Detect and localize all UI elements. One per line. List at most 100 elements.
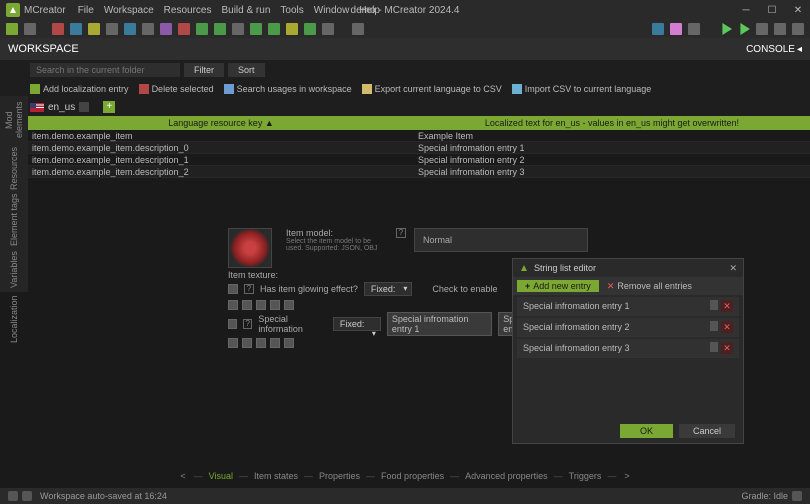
tool-icon[interactable] [688,23,700,35]
menu-tools[interactable]: Tools [280,5,303,16]
stop-icon[interactable] [774,23,786,35]
drag-icon[interactable] [710,300,718,310]
table-row[interactable]: item.demo.example_item.description_2Spec… [28,166,810,178]
menu-file[interactable]: File [78,5,94,16]
tool-icon[interactable] [124,23,136,35]
tab-visual[interactable]: Visual [207,471,235,481]
console-arrow-icon[interactable]: ◂ [797,44,802,55]
sidebar-tab-variables[interactable]: Variables [0,247,28,292]
lang-close-icon[interactable] [79,102,89,112]
tool-icon[interactable] [70,23,82,35]
list-item[interactable]: Special infromation entry 2✕ [517,318,739,337]
build-icon[interactable] [756,23,768,35]
remove-item-button[interactable]: ✕ [721,300,733,312]
tab-triggers[interactable]: Triggers [567,471,604,481]
checkbox-icon[interactable] [228,319,237,329]
tool-icon[interactable] [196,23,208,35]
special-dropdown[interactable]: Fixed: [333,317,381,331]
list-item[interactable]: Special infromation entry 1✕ [517,297,739,316]
help-icon[interactable]: ? [244,284,254,294]
add-localization-button[interactable]: Add localization entry [30,84,129,94]
maximize-button[interactable]: ☐ [766,5,778,16]
delete-selected-button[interactable]: Delete selected [139,84,214,94]
console-button[interactable]: CONSOLE [746,44,795,55]
tool-icon[interactable] [178,23,190,35]
tool-icon[interactable] [214,23,226,35]
tool-icon[interactable] [160,23,172,35]
remove-all-button[interactable]: ✕Remove all entries [607,281,692,292]
tool-icon[interactable] [352,23,364,35]
column-value[interactable]: Localized text for en_us - values in en_… [414,118,810,128]
item-texture-preview[interactable] [228,228,272,268]
tool-icon[interactable] [304,23,316,35]
menu-window[interactable]: Window [314,5,350,16]
prev-tab-icon[interactable]: < [176,471,189,481]
tool-icon[interactable] [670,23,682,35]
tab-item-states[interactable]: Item states [252,471,300,481]
item-model-label: Item model: [286,228,388,238]
column-key[interactable]: Language resource key ▲ [28,118,414,128]
import-csv-button[interactable]: Import CSV to current language [512,84,652,94]
table-row[interactable]: item.demo.example_item.description_0Spec… [28,142,810,154]
sidebar-tab-element-tags[interactable]: Element tags [0,192,28,247]
workspace-label[interactable]: WORKSPACE [8,43,79,55]
next-tab-icon[interactable]: > [620,471,633,481]
app-logo [6,3,20,17]
checkbox-icon[interactable] [228,284,238,294]
new-icon[interactable] [6,23,18,35]
dialog-close-button[interactable]: ✕ [729,263,737,274]
tab-advanced-properties[interactable]: Advanced properties [463,471,550,481]
item-model-dropdown[interactable]: Normal [414,228,588,252]
remove-item-button[interactable]: ✕ [721,342,733,354]
search-usages-button[interactable]: Search usages in workspace [224,84,352,94]
remove-item-button[interactable]: ✕ [721,321,733,333]
drag-icon[interactable] [710,321,718,331]
help-icon[interactable]: ? [243,319,252,329]
menu-workspace[interactable]: Workspace [104,5,154,16]
tool-icon[interactable] [268,23,280,35]
sidebar-tab-mod-elements[interactable]: Mod elements [0,96,28,144]
run-server-icon[interactable] [738,23,750,35]
help-icon[interactable]: ? [396,228,406,238]
tool-icon[interactable] [142,23,154,35]
tool-icon[interactable] [52,23,64,35]
menu-build-run[interactable]: Build & run [221,5,270,16]
search-input[interactable] [30,63,180,77]
tool-icon[interactable] [250,23,262,35]
sort-button[interactable]: Sort [228,63,265,77]
tool-icon[interactable] [232,23,244,35]
gradle-stop-icon[interactable] [792,491,802,501]
table-row[interactable]: item.demo.example_item.description_1Spec… [28,154,810,166]
plus-icon [30,84,40,94]
tool-icon[interactable] [286,23,298,35]
ok-button[interactable]: OK [620,424,673,438]
tab-properties[interactable]: Properties [317,471,362,481]
tool-icon[interactable] [88,23,100,35]
special-chip[interactable]: Special infromation entry 1 [387,312,492,336]
add-entry-button[interactable]: +Add new entry [517,280,599,292]
export-csv-button[interactable]: Export current language to CSV [362,84,502,94]
glow-check-label[interactable]: Check to enable [432,284,497,294]
tool-icon[interactable] [24,23,36,35]
table-row[interactable]: item.demo.example_itemExample Item [28,130,810,142]
language-tab[interactable]: en_us [48,102,75,113]
menu-resources[interactable]: Resources [164,5,212,16]
minimize-button[interactable]: ─ [740,5,752,16]
filter-button[interactable]: Filter [184,63,224,77]
export-icon[interactable] [792,23,804,35]
list-item[interactable]: Special infromation entry 3✕ [517,339,739,358]
app-logo [519,263,530,274]
table-header: Language resource key ▲ Localized text f… [28,116,810,130]
close-button[interactable]: ✕ [792,5,804,16]
add-language-button[interactable]: + [103,101,115,113]
tab-food-properties[interactable]: Food properties [379,471,446,481]
tool-icon[interactable] [652,23,664,35]
tool-icon[interactable] [322,23,334,35]
glow-dropdown[interactable]: Fixed: [364,282,413,296]
sidebar-tab-localization[interactable]: Localization [0,292,28,347]
cancel-button[interactable]: Cancel [679,424,735,438]
sidebar-tab-resources[interactable]: Resources [0,144,28,192]
run-icon[interactable] [720,23,732,35]
tool-icon[interactable] [106,23,118,35]
drag-icon[interactable] [710,342,718,352]
